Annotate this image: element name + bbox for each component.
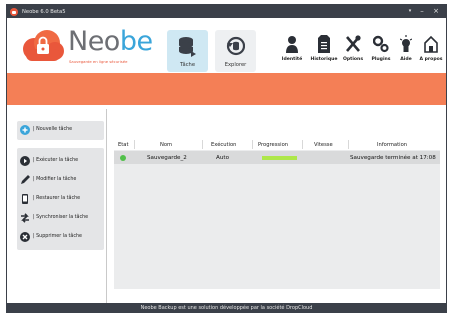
home-icon (424, 35, 438, 53)
progress-fill (262, 156, 297, 160)
orange-banner (7, 73, 446, 105)
logo-name: Neobe (68, 28, 153, 56)
delete-icon (20, 231, 30, 242)
document-icon (318, 35, 330, 53)
cell-information: Sauvegarde terminée at 17:08 (350, 154, 436, 161)
tache-label: Tâche (179, 62, 196, 68)
menu-icon[interactable]: ▾ (405, 7, 415, 16)
lightbulb-icon (400, 35, 412, 52)
table-header: Etat Nom Exécution Progression Vitesse I… (114, 139, 440, 150)
window-title: Neobe 6.0 Beta5 (22, 8, 66, 15)
title-bar: Neobe 6.0 Beta5 ▾ – × (7, 5, 446, 18)
logo-name-part1: Neo (68, 26, 120, 57)
sidebar-item-label: | Supprimer la tâche (33, 234, 82, 239)
identite-button[interactable]: Identité (279, 33, 305, 67)
options-button[interactable]: Options (342, 33, 364, 67)
tache-button[interactable]: Tâche (167, 30, 208, 72)
plus-circle-icon (20, 124, 30, 135)
footer: Neobe Backup est une solution développée… (7, 303, 446, 313)
header-nom: Nom (160, 142, 173, 148)
header-progression: Progression (258, 142, 289, 148)
column-divider (302, 140, 303, 149)
sidebar-item-label: | Modifier la tâche (33, 177, 77, 182)
column-divider (202, 140, 203, 149)
play-icon (20, 155, 30, 166)
sidebar: | Nouvelle tâche | Exécuter la tâche | M… (7, 109, 107, 305)
task-table: Etat Nom Exécution Progression Vitesse I… (114, 139, 440, 289)
explorer-button[interactable]: Explorer (215, 30, 256, 72)
logo-tagline: Sauvegarde en ligne sécurisée (69, 59, 128, 64)
column-divider (252, 140, 253, 149)
close-icon[interactable]: × (431, 7, 441, 16)
sidebar-item-label: | Exécuter la tâche (33, 158, 79, 163)
historique-button[interactable]: Historique (310, 33, 338, 67)
database-icon (179, 37, 196, 57)
restore-icon (226, 36, 245, 56)
aide-button[interactable]: Aide (398, 33, 414, 67)
sidebar-item-label: | Synchroniser la tâche (33, 215, 89, 220)
header-vitesse: Vitesse (314, 142, 333, 148)
progress-bar (262, 156, 297, 160)
cell-execution: Auto (216, 154, 229, 161)
new-task-button[interactable]: | Nouvelle tâche (17, 121, 104, 140)
sync-icon (21, 212, 29, 223)
a-propos-button[interactable]: A propos (419, 33, 443, 67)
status-ok-icon (120, 154, 126, 161)
explorer-label: Explorer (224, 62, 247, 68)
a-propos-label: A propos (419, 57, 443, 62)
user-icon (286, 36, 298, 53)
sidebar-item-restaurer[interactable]: | Restaurer la tâche (17, 190, 104, 207)
cell-name: Sauvegarde_2 (147, 154, 187, 161)
phone-restore-icon (22, 193, 28, 204)
header: Neobe Sauvegarde en ligne sécurisée Tâch… (7, 18, 446, 73)
gears-icon (373, 35, 389, 53)
pencil-icon (21, 174, 30, 184)
plugins-button[interactable]: Plugins (370, 33, 392, 67)
tools-icon (346, 35, 361, 52)
column-divider (348, 140, 349, 149)
app-window: Neobe 6.0 Beta5 ▾ – × Neobe Sauvegarde e… (6, 4, 447, 313)
header-etat: Etat (118, 142, 129, 148)
header-execution: Exécution (211, 142, 237, 148)
logo-name-part2: be (119, 26, 153, 57)
table-row[interactable]: Sauvegarde_2 Auto Sauvegarde terminée at… (114, 151, 440, 164)
new-task-label: | Nouvelle tâche (33, 127, 73, 132)
column-divider (134, 140, 135, 149)
sidebar-item-modifier[interactable]: | Modifier la tâche (17, 171, 104, 188)
sidebar-item-supprimer[interactable]: | Supprimer la tâche (17, 228, 104, 245)
header-information: Information (377, 142, 408, 148)
sidebar-item-synchroniser[interactable]: | Synchroniser la tâche (17, 209, 104, 226)
sidebar-item-executer[interactable]: | Exécuter la tâche (17, 152, 104, 169)
neobe-logo-icon (23, 30, 64, 61)
sidebar-item-label: | Restaurer la tâche (33, 196, 81, 201)
task-actions-group: | Exécuter la tâche | Modifier la tâche … (17, 148, 104, 250)
minimize-icon[interactable]: – (417, 7, 427, 16)
neobe-cloud-icon (10, 7, 18, 16)
